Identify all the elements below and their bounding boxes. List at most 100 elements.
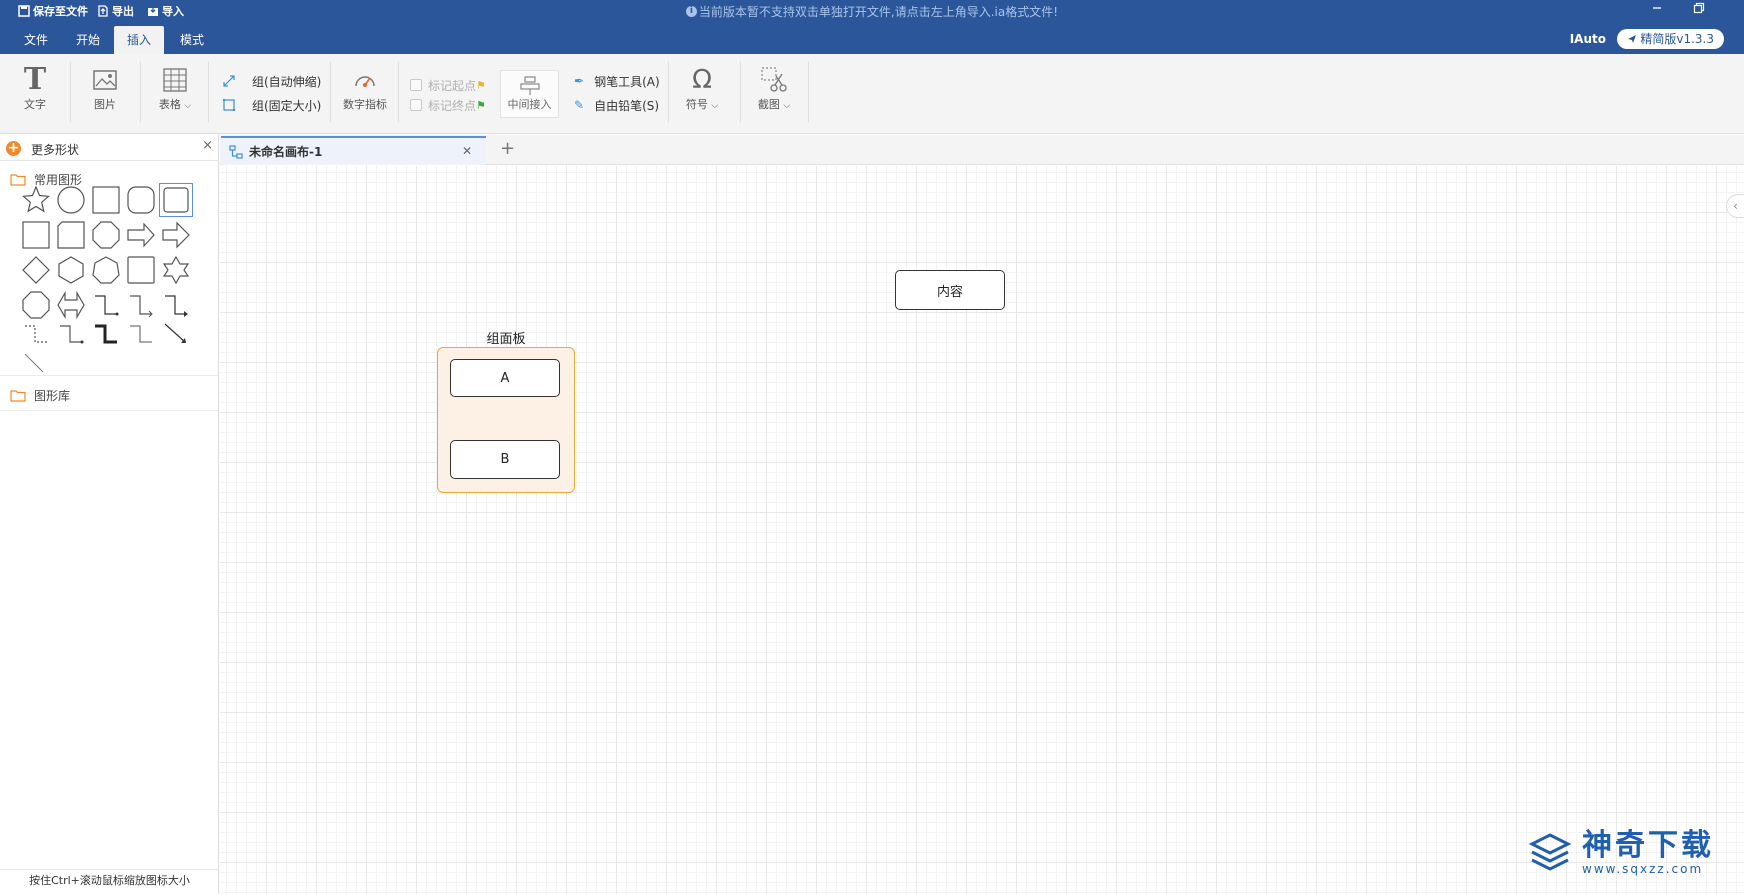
octagon-shape-2[interactable] (19, 288, 53, 322)
minimize-button[interactable] (1642, 0, 1672, 16)
gauge-icon (352, 64, 378, 96)
thick-elbow-shape[interactable] (89, 320, 123, 350)
pencil-label: 自由铅笔(S) (594, 98, 660, 113)
tab-file[interactable]: 文件 (14, 26, 58, 54)
ribbon-toolbar: T 文字 图片 表格 ⌵ 组(自动伸缩) 组(固定大小) 数字指标 标记起点 ⚑… (0, 54, 1744, 134)
tab-start[interactable]: 开始 (66, 26, 110, 54)
export-icon (98, 5, 108, 17)
mark-start-check[interactable] (410, 79, 422, 91)
watermark-brand: 神奇下载 (1582, 828, 1714, 863)
diamond-shape[interactable] (19, 253, 53, 287)
save-to-file-button[interactable]: 保存至文件 (18, 2, 88, 20)
chevron-down-icon: ⌵ (711, 101, 719, 111)
circle-shape[interactable] (54, 183, 88, 217)
six-point-star-shape[interactable] (159, 253, 193, 287)
flag-yellow-icon: ⚑ (476, 78, 486, 92)
tab-canvas-1[interactable]: 未命名画布-1 ✕ (221, 136, 486, 165)
shape-panel-header: + 更多形状 × (0, 135, 219, 161)
diagonal-arrow-shape[interactable] (159, 320, 193, 350)
ribbon-divider (208, 62, 209, 122)
square-shape[interactable] (19, 218, 53, 252)
hint-divider (0, 869, 219, 870)
arrow-right-shape[interactable] (124, 218, 158, 252)
restore-button[interactable] (1684, 0, 1714, 16)
elbow-connector-shape[interactable] (89, 288, 123, 322)
node-a[interactable]: A (450, 359, 560, 397)
table-icon (163, 64, 187, 96)
symbol-button[interactable]: Ω 符号 ⌵ (680, 64, 724, 112)
shape-panel: + 更多形状 × 常用图形 图形库 按住Ctrl+滚动鼠标缩放图标大小 (0, 135, 219, 894)
export-button[interactable]: 导出 (97, 2, 134, 20)
chevron-down-icon: ⌵ (783, 101, 791, 111)
add-shape-icon[interactable]: + (6, 141, 21, 156)
double-arrow-shape[interactable] (54, 288, 88, 322)
elbow-connector-shape-2[interactable] (124, 288, 158, 322)
ribbon-divider (808, 62, 809, 122)
rounded-rectangle-shape[interactable] (124, 183, 158, 217)
watermark-logo-icon (1528, 833, 1572, 871)
add-tab-button[interactable]: + (500, 138, 515, 159)
group-panel-title[interactable]: 组面板 (437, 328, 575, 347)
drawing-canvas[interactable]: 组面板 A B 内容 ‹ 神奇下载 www.sqxzz.com (220, 166, 1744, 894)
screenshot-button[interactable]: 截图 ⌵ (752, 64, 796, 112)
middle-insert-button[interactable]: 中间接入 (500, 70, 559, 118)
hexagon-shape[interactable] (54, 253, 88, 287)
group-fixed-button[interactable]: 组(固定大小) (222, 96, 321, 114)
dotted-elbow-shape[interactable] (19, 320, 53, 350)
node-b[interactable]: B (450, 440, 560, 479)
version-badge[interactable]: 精简版v1.3.3 (1617, 29, 1724, 49)
category-shape-library[interactable]: 图形库 (10, 387, 70, 404)
middle-insert-icon (519, 76, 540, 95)
elbow-dot-shape[interactable] (54, 320, 88, 350)
info-icon: i (685, 6, 697, 17)
snipped-square-shape[interactable] (54, 218, 88, 252)
insert-image-label: 图片 (94, 98, 116, 111)
elbow-arrow-shape[interactable] (159, 288, 193, 322)
close-icon[interactable]: × (202, 138, 213, 153)
symbol-label: 符号 ⌵ (685, 98, 719, 111)
star-shape[interactable] (19, 183, 53, 217)
ribbon-divider (140, 62, 141, 122)
mark-start-checkbox[interactable]: 标记起点 ⚑ (410, 76, 486, 94)
watermark-url: www.sqxzz.com (1582, 862, 1704, 876)
group-auto-button[interactable]: 组(自动伸缩) (222, 72, 321, 90)
tab-insert[interactable]: 插入 (114, 26, 164, 54)
octagon-shape[interactable] (89, 218, 123, 252)
numeric-indicator-button[interactable]: 数字指标 (342, 64, 388, 112)
send-icon (1628, 35, 1637, 43)
rounded-square-shape[interactable] (159, 183, 193, 217)
node-content[interactable]: 内容 (895, 270, 1005, 310)
pencil-button[interactable]: ✎ 自由铅笔(S) (574, 96, 659, 114)
save-icon (18, 5, 30, 17)
import-button[interactable]: 导入 (147, 2, 184, 20)
user-name[interactable]: IAuto (1570, 32, 1606, 46)
insert-image-button[interactable]: 图片 (90, 64, 120, 112)
square-shape-2[interactable] (124, 253, 158, 287)
minimize-icon (1653, 7, 1661, 9)
scissors-icon (760, 64, 788, 96)
thin-elbow-shape[interactable] (124, 320, 158, 350)
insert-table-button[interactable]: 表格 ⌵ (153, 64, 197, 112)
arrow-right-shape-2[interactable] (159, 218, 193, 252)
pen-tool-button[interactable]: ✒ 钢笔工具(A) (574, 72, 660, 90)
rectangle-shape[interactable] (89, 183, 123, 217)
chevron-down-icon: ⌵ (184, 101, 192, 111)
middle-insert-label: 中间接入 (507, 98, 552, 111)
canvas-tab-name: 未命名画布-1 (249, 145, 323, 159)
insert-table-label: 表格 ⌵ (158, 98, 192, 111)
group-auto-label: 组(自动伸缩) (252, 74, 322, 89)
document-tab-bar: 未命名画布-1 ✕ + (220, 135, 1744, 165)
mark-end-check[interactable] (410, 99, 422, 111)
watermark: 神奇下载 www.sqxzz.com (1528, 830, 1714, 876)
tab-mode[interactable]: 模式 (170, 26, 214, 54)
insert-text-button[interactable]: T 文字 (20, 64, 50, 112)
heptagon-shape[interactable] (89, 253, 123, 287)
collapse-right-panel-button[interactable]: ‹ (1726, 194, 1744, 218)
ribbon-divider (330, 62, 331, 122)
group-box-icon (223, 99, 235, 111)
save-to-file-label: 保存至文件 (33, 5, 88, 18)
close-tab-icon[interactable]: ✕ (462, 144, 472, 158)
menu-bar: 文件 开始 插入 模式 IAuto 精简版v1.3.3 (0, 22, 1744, 54)
mark-end-checkbox[interactable]: 标记终点 ⚑ (410, 96, 486, 114)
pencil-icon: ✎ (574, 98, 585, 112)
